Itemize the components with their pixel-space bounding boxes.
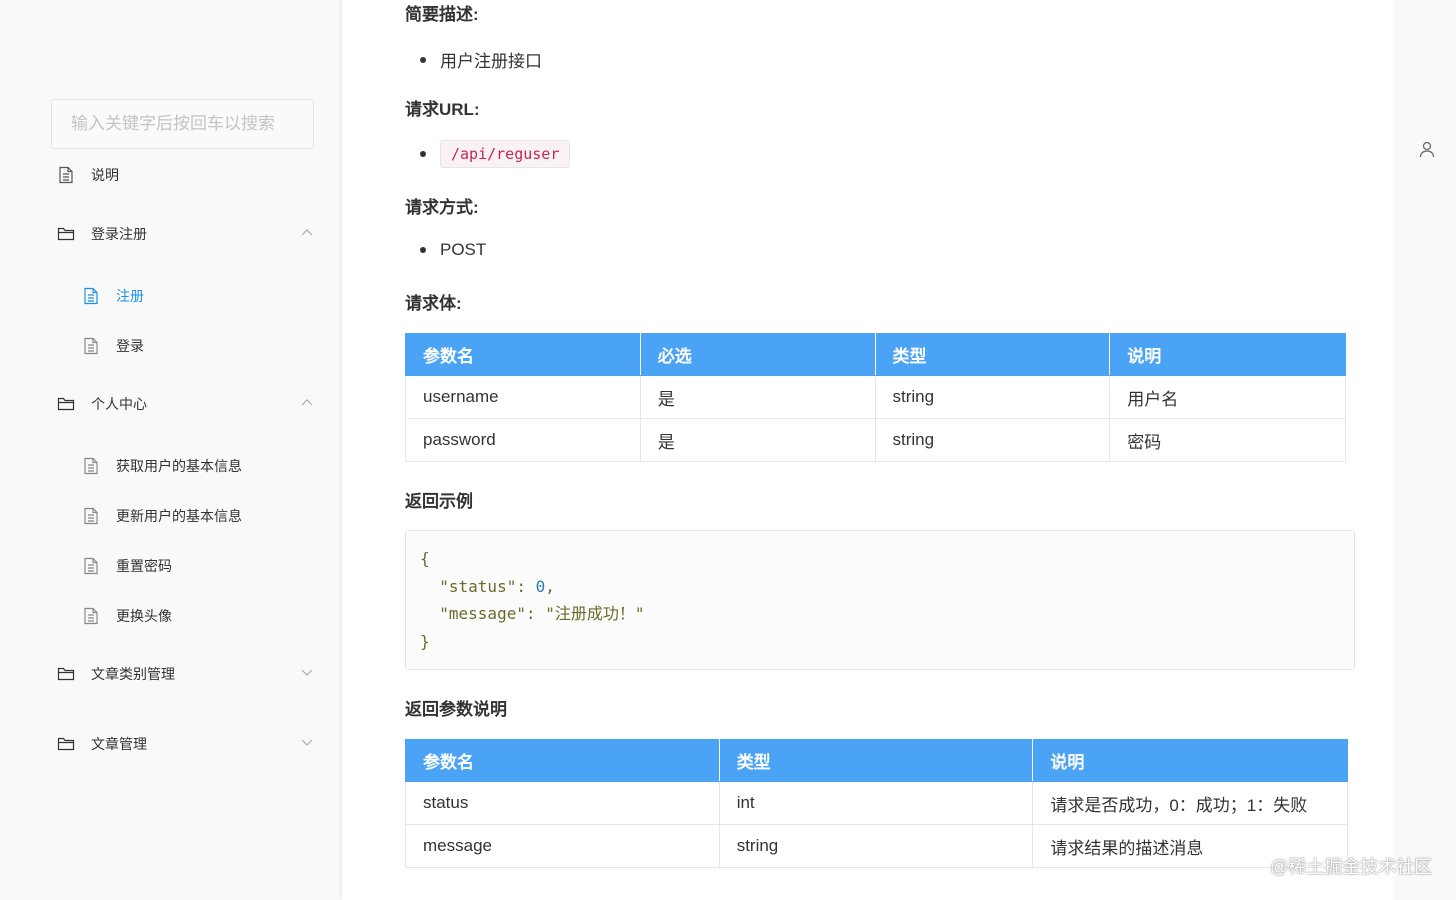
folder-icon <box>57 735 75 753</box>
sidebar-item-personal-center[interactable]: 个人中心 <box>57 394 147 414</box>
folder-icon <box>57 665 75 683</box>
document-icon <box>82 287 100 305</box>
sidebar-item-label: 登录 <box>116 338 144 354</box>
sidebar-item-get-userinfo[interactable]: 获取用户的基本信息 <box>82 456 242 476</box>
document-icon <box>82 557 100 575</box>
table-header-row: 参数名 必选 类型 说明 <box>405 333 1346 376</box>
table-cell: status <box>405 781 720 825</box>
right-toolbar <box>1393 0 1456 900</box>
table-header: 说明 <box>1109 333 1346 376</box>
table-cell: string <box>874 375 1111 419</box>
table-cell: string <box>874 418 1111 462</box>
heading-description: 简要描述: <box>405 5 479 24</box>
sidebar-item-register[interactable]: 注册 <box>82 286 144 306</box>
table-cell: 请求是否成功，0：成功；1：失败 <box>1032 781 1348 825</box>
table-cell: int <box>718 781 1034 825</box>
return-example-code: { "status": 0, "message": "注册成功！" } <box>405 530 1355 670</box>
table-cell: 密码 <box>1109 418 1346 462</box>
user-icon[interactable] <box>1418 140 1436 158</box>
sidebar-item-label: 个人中心 <box>91 396 147 412</box>
code-number: 0 <box>535 576 546 596</box>
url-code: /api/reguser <box>440 140 571 168</box>
table-header: 参数名 <box>405 739 720 782</box>
code-line: { <box>420 549 430 568</box>
table-cell: string <box>718 824 1034 868</box>
table-header: 必选 <box>639 333 876 376</box>
sidebar-item-label: 注册 <box>116 288 144 304</box>
document-icon <box>82 337 100 355</box>
sidebar-item-label: 文章类别管理 <box>91 666 175 682</box>
folder-icon <box>57 395 75 413</box>
return-params-table: 参数名 类型 说明 status int 请求是否成功，0：成功；1：失败 me… <box>405 739 1348 868</box>
table-cell: username <box>405 375 641 419</box>
table-cell: 是 <box>639 375 876 419</box>
sidebar-item-login[interactable]: 登录 <box>82 336 144 356</box>
sidebar-item-label: 获取用户的基本信息 <box>116 458 242 474</box>
folder-icon <box>57 225 75 243</box>
table-header: 类型 <box>718 739 1034 782</box>
document-icon <box>57 166 75 184</box>
document-icon <box>82 607 100 625</box>
sidebar-item-label: 登录注册 <box>91 226 147 242</box>
sidebar-item-label: 说明 <box>91 167 119 183</box>
sidebar-item-label: 重置密码 <box>116 558 172 574</box>
sidebar-item-change-avatar[interactable]: 更换头像 <box>82 606 172 626</box>
table-header: 参数名 <box>405 333 641 376</box>
sidebar-item-article-category[interactable]: 文章类别管理 <box>57 664 175 684</box>
heading-method: 请求方式: <box>405 198 479 217</box>
heading-return-params: 返回参数说明 <box>405 700 507 719</box>
code-line: "status": <box>420 576 536 596</box>
table-cell: message <box>405 824 720 868</box>
code-line: "message": "注册成功！" <box>420 604 645 623</box>
code-line: } <box>420 631 430 651</box>
chevron-down-icon[interactable] <box>300 665 314 679</box>
code-punct: , <box>545 576 555 596</box>
sidebar-item-reset-password[interactable]: 重置密码 <box>82 556 172 576</box>
heading-url: 请求URL: <box>405 100 480 119</box>
request-body-table: 参数名 必选 类型 说明 username 是 string 用户名 passw… <box>405 333 1346 462</box>
sidebar <box>0 0 342 900</box>
description-text: 用户注册接口 <box>420 47 542 72</box>
search-input[interactable] <box>51 99 314 149</box>
table-header: 说明 <box>1032 739 1348 782</box>
table-cell: password <box>405 418 641 462</box>
table-row: message string 请求结果的描述消息 <box>405 824 1348 868</box>
sidebar-item-update-userinfo[interactable]: 更新用户的基本信息 <box>82 506 242 526</box>
table-header: 类型 <box>874 333 1111 376</box>
table-cell: 用户名 <box>1109 375 1346 419</box>
table-row: password 是 string 密码 <box>405 418 1346 462</box>
sidebar-item-label: 文章管理 <box>91 736 147 752</box>
sidebar-item-login-register[interactable]: 登录注册 <box>57 224 147 244</box>
table-row: username 是 string 用户名 <box>405 375 1346 419</box>
sidebar-item-article-management[interactable]: 文章管理 <box>57 734 147 754</box>
heading-request-body: 请求体: <box>405 294 462 313</box>
sidebar-item-label: 更换头像 <box>116 608 172 624</box>
chevron-down-icon[interactable] <box>300 735 314 749</box>
document-icon <box>82 457 100 475</box>
document-icon <box>82 507 100 525</box>
url-item: /api/reguser <box>420 140 571 168</box>
table-cell: 是 <box>639 418 876 462</box>
sidebar-item-intro[interactable]: 说明 <box>57 165 119 185</box>
watermark: @稀土掘金技术社区 <box>1270 857 1433 877</box>
heading-return-example: 返回示例 <box>405 492 473 511</box>
chevron-up-icon[interactable] <box>300 226 314 240</box>
sidebar-item-label: 更新用户的基本信息 <box>116 508 242 524</box>
table-row: status int 请求是否成功，0：成功；1：失败 <box>405 781 1348 825</box>
method-text: POST <box>420 240 486 260</box>
chevron-up-icon[interactable] <box>300 396 314 410</box>
table-header-row: 参数名 类型 说明 <box>405 739 1348 782</box>
